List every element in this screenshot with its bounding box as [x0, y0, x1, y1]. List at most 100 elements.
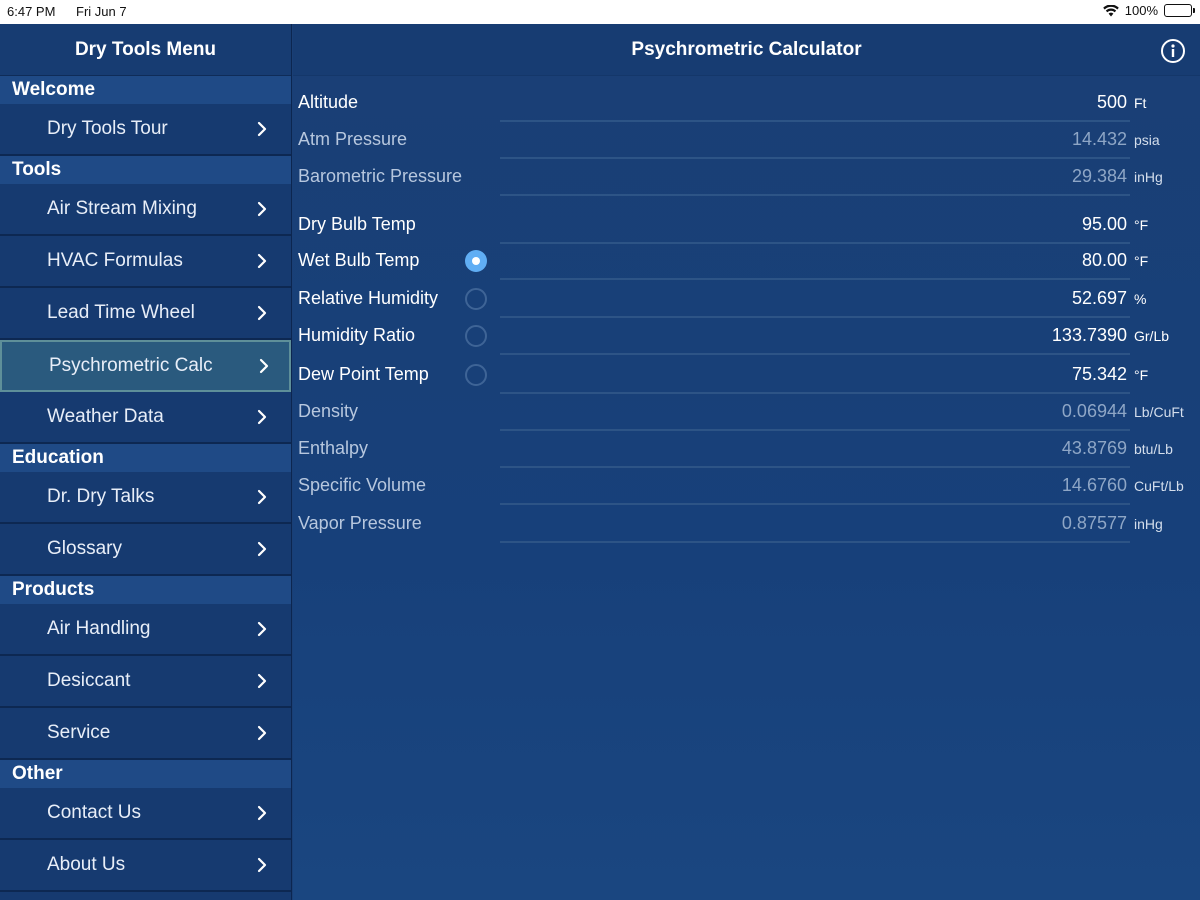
field-unit-humidity-ratio: Gr/Lb: [1134, 328, 1170, 344]
field-label-dew-point-temp: Dew Point Temp: [298, 364, 429, 384]
chevron-right-icon: [252, 199, 272, 219]
field-row-density: Density 0.06944 Lb/CuFt: [293, 401, 1200, 431]
field-unit-specific-volume: CuFt/Lb: [1134, 478, 1184, 494]
chevron-right-icon: [252, 671, 272, 691]
field-underline: [500, 316, 1130, 318]
sidebar-item-air-handling[interactable]: Air Handling: [0, 604, 291, 656]
radio-wet-bulb-temp[interactable]: [465, 250, 487, 272]
field-row-barometric-pressure: Barometric Pressure 29.384 inHg: [293, 166, 1200, 196]
field-unit-dew-point-temp: °F: [1134, 367, 1149, 383]
sidebar-item-about-us[interactable]: About Us: [0, 840, 291, 892]
sidebar-item-label: Desiccant: [47, 670, 131, 691]
sidebar-item-dr-dry-talks[interactable]: Dr. Dry Talks: [0, 472, 291, 524]
sidebar-section-tools: Tools: [0, 156, 291, 184]
field-value-dry-bulb-temp[interactable]: 95.00: [1082, 214, 1127, 235]
page-title: Psychrometric Calculator: [631, 38, 862, 60]
field-label-wet-bulb-temp: Wet Bulb Temp: [298, 250, 420, 270]
field-value-humidity-ratio[interactable]: 133.7390: [1052, 325, 1127, 346]
field-row-vapor-pressure: Vapor Pressure 0.87577 inHg: [293, 513, 1200, 543]
field-underline: [500, 392, 1130, 394]
status-bar: 6:47 PM Fri Jun 7 100%: [0, 0, 1200, 24]
field-value-relative-humidity[interactable]: 52.697: [1072, 288, 1127, 309]
sidebar-section-education: Education: [0, 444, 291, 472]
chevron-right-icon: [252, 855, 272, 875]
field-underline: [500, 242, 1130, 244]
field-unit-enthalpy: btu/Lb: [1134, 441, 1173, 457]
sidebar-item-dry-tools-tour[interactable]: Dry Tools Tour: [0, 104, 291, 156]
chevron-right-icon: [252, 303, 272, 323]
sidebar-item-psychrometric-calc[interactable]: Psychrometric Calc: [0, 340, 291, 392]
field-unit-wet-bulb-temp: °F: [1134, 253, 1149, 269]
chevron-right-icon: [252, 407, 272, 427]
field-label-atm-pressure: Atm Pressure: [298, 129, 408, 149]
sidebar-section-welcome: Welcome: [0, 76, 291, 104]
field-value-dew-point-temp[interactable]: 75.342: [1072, 364, 1127, 385]
field-row-humidity-ratio: Humidity Ratio 133.7390 Gr/Lb: [293, 325, 1200, 355]
field-value-density: 0.06944: [1061, 401, 1127, 421]
field-label-humidity-ratio: Humidity Ratio: [298, 325, 416, 345]
battery-icon: [1164, 4, 1195, 17]
field-label-enthalpy: Enthalpy: [298, 438, 369, 458]
sidebar-item-label: Service: [47, 722, 111, 743]
sidebar-item-service[interactable]: Service: [0, 708, 291, 760]
sidebar-item-label: Lead Time Wheel: [47, 302, 195, 323]
sidebar-item-contact-us[interactable]: Contact Us: [0, 788, 291, 840]
field-unit-density: Lb/CuFt: [1134, 404, 1184, 420]
sidebar-title: Dry Tools Menu: [0, 24, 291, 76]
field-value-barometric-pressure: 29.384: [1071, 166, 1127, 186]
sidebar-section-products: Products: [0, 576, 291, 604]
sidebar-item-label: Psychrometric Calc: [49, 355, 213, 376]
field-label-barometric-pressure: Barometric Pressure: [298, 166, 463, 186]
field-underline: [500, 157, 1130, 159]
field-label-specific-volume: Specific Volume: [298, 475, 427, 495]
field-underline: [500, 466, 1130, 468]
field-value-altitude[interactable]: 500: [1097, 92, 1127, 113]
field-row-relative-humidity: Relative Humidity 52.697%: [293, 288, 1200, 318]
status-time: 6:47 PM: [7, 4, 56, 19]
radio-humidity-ratio[interactable]: [465, 325, 487, 347]
sidebar-item-label: Air Stream Mixing: [47, 198, 197, 219]
sidebar-item-lead-time-wheel[interactable]: Lead Time Wheel: [0, 288, 291, 340]
sidebar-item-desiccant[interactable]: Desiccant: [0, 656, 291, 708]
field-underline: [500, 278, 1130, 280]
battery-percent: 100%: [1124, 3, 1158, 18]
sidebar-item-label: HVAC Formulas: [47, 250, 183, 271]
nav-bar: Psychrometric Calculator: [293, 24, 1200, 76]
sidebar-item-label: Glossary: [47, 538, 122, 559]
field-row-specific-volume: Specific Volume 14.6760 CuFt/Lb: [293, 475, 1200, 505]
chevron-right-icon: [252, 487, 272, 507]
field-unit-dry-bulb-temp: °F: [1134, 217, 1149, 233]
sidebar: Dry Tools Menu Welcome Dry Tools Tour Tool…: [0, 24, 292, 900]
sidebar-item-label: Air Handling: [47, 618, 151, 639]
radio-dew-point-temp[interactable]: [465, 364, 487, 386]
field-value-specific-volume: 14.6760: [1061, 475, 1127, 495]
sidebar-item-air-stream-mixing[interactable]: Air Stream Mixing: [0, 184, 291, 236]
sidebar-item-label: About Us: [47, 854, 126, 875]
sidebar-section-other: Other: [0, 760, 291, 788]
sidebar-menu: Welcome Dry Tools Tour Tools Air Stream Mix…: [0, 76, 291, 892]
field-value-wet-bulb-temp[interactable]: 80.00: [1082, 250, 1127, 271]
field-row-enthalpy: Enthalpy 43.8769 btu/Lb: [293, 438, 1200, 468]
chevron-right-icon: [252, 619, 272, 639]
chevron-right-icon: [252, 119, 272, 139]
field-underline: [500, 353, 1130, 355]
sidebar-item-label: Dr. Dry Talks: [47, 486, 155, 507]
field-unit-vapor-pressure: inHg: [1134, 516, 1163, 532]
radio-relative-humidity[interactable]: [465, 288, 487, 310]
field-unit-altitude: Ft: [1134, 95, 1147, 111]
sidebar-item-weather-data[interactable]: Weather Data: [0, 392, 291, 444]
field-underline: [500, 429, 1130, 431]
chevron-right-icon: [252, 803, 272, 823]
sidebar-item-hvac-formulas[interactable]: HVAC Formulas: [0, 236, 291, 288]
status-date: Fri Jun 7: [76, 4, 127, 19]
field-label-altitude: Altitude: [298, 92, 359, 112]
field-unit-relative-humidity: %: [1134, 291, 1147, 307]
sidebar-item-glossary[interactable]: Glossary: [0, 524, 291, 576]
chevron-right-icon: [252, 723, 272, 743]
main-panel: Psychrometric Calculator Altitude 500 Ft At…: [293, 24, 1200, 900]
field-underline: [500, 503, 1130, 505]
info-icon[interactable]: [1160, 38, 1186, 64]
field-label-density: Density: [298, 401, 359, 421]
field-value-atm-pressure: 14.432: [1071, 129, 1127, 149]
chevron-right-icon: [254, 356, 274, 376]
